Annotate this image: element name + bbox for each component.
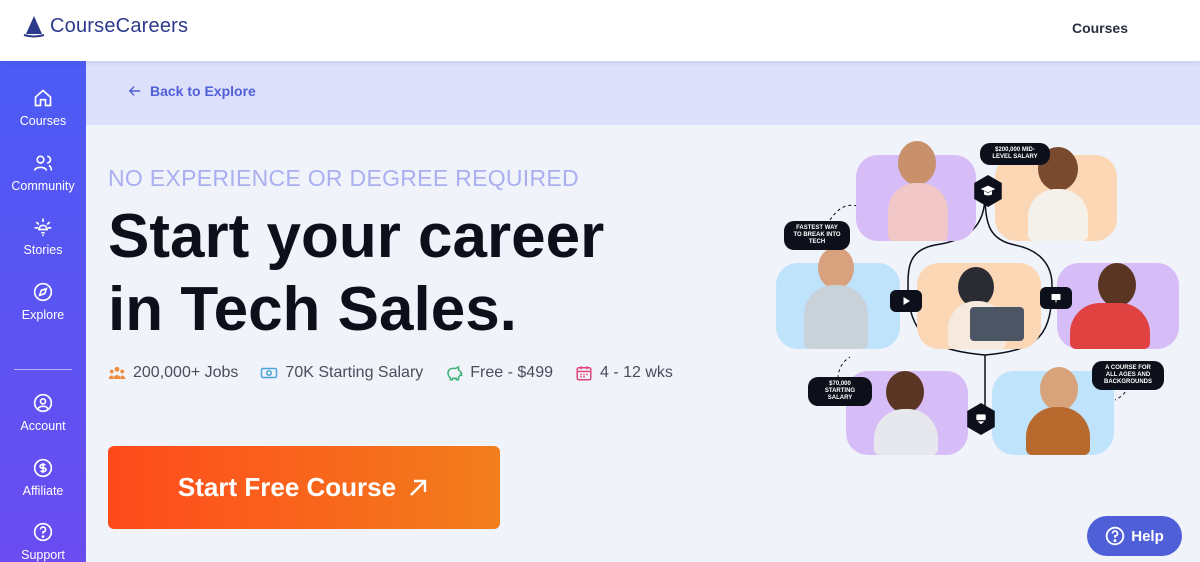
presentation-icon	[1040, 287, 1072, 309]
tag-all-ages: A COURSE FOR ALL AGES AND BACKGROUNDS	[1092, 361, 1164, 390]
hero-stats: 200,000+ Jobs 70K Starting Salary Free -…	[108, 364, 673, 382]
tag-fastest-way: FASTEST WAY TO BREAK INTO TECH	[784, 221, 850, 250]
money-icon	[261, 367, 278, 379]
person-avatar	[1040, 367, 1078, 411]
sidebar-item-label: Stories	[23, 243, 63, 257]
person-avatar	[970, 307, 1024, 341]
hero-headline: Start your career in Tech Sales.	[108, 200, 728, 346]
compass-icon	[33, 282, 53, 302]
sailboat-logo-icon	[23, 16, 45, 38]
stat-label: 70K Starting Salary	[285, 364, 424, 381]
question-circle-icon	[1105, 526, 1125, 546]
arrow-left-icon	[128, 86, 141, 96]
person-avatar	[888, 183, 948, 241]
sidebar-item-courses[interactable]: Courses	[0, 88, 86, 130]
sidebar-item-account[interactable]: Account	[0, 393, 86, 435]
hero-eyebrow: NO EXPERIENCE OR DEGREE REQUIRED	[108, 165, 579, 191]
stat-label: 4 - 12 wks	[600, 364, 673, 381]
tag-starting-salary: $70,000 STARTING SALARY	[808, 377, 872, 406]
sidebar-item-affiliate[interactable]: Affiliate	[0, 458, 86, 500]
headline-line-2: in Tech Sales.	[108, 275, 517, 344]
person-avatar	[818, 247, 854, 289]
person-avatar	[898, 141, 936, 185]
sidebar-item-label: Account	[20, 419, 66, 433]
back-strip: Back to Explore	[86, 61, 1200, 125]
sidebar-item-explore[interactable]: Explore	[0, 282, 86, 324]
cta-label: Start Free Course	[177, 472, 397, 502]
person-avatar	[804, 285, 868, 349]
logo-text: CourseCareers	[50, 14, 189, 37]
sidebar-divider	[14, 369, 72, 370]
sidebar-item-label: Affiliate	[22, 484, 64, 498]
people-icon	[108, 366, 126, 379]
sidebar-item-support[interactable]: Support	[0, 522, 86, 562]
sidebar-item-community[interactable]: Community	[0, 153, 86, 195]
headline-line-1: Start your career	[108, 202, 605, 271]
sidebar-item-label: Community	[11, 179, 75, 193]
stat-duration: 4 - 12 wks	[575, 364, 673, 382]
users-icon	[33, 155, 53, 171]
stat-label: Free - $499	[470, 364, 553, 381]
sidebar: Courses Community Stories Explore Accoun…	[0, 61, 86, 562]
stat-jobs: 200,000+ Jobs	[108, 364, 238, 382]
play-icon	[890, 290, 922, 312]
hero-illustration: $200,000 MID-LEVEL SALARY FASTEST WAY TO…	[770, 135, 1190, 465]
start-free-course-button[interactable]: Start Free Course	[108, 446, 500, 529]
nav-courses-link[interactable]: Courses	[1072, 20, 1128, 36]
person-avatar	[1026, 407, 1090, 455]
help-label: Help	[1131, 527, 1164, 545]
sidebar-item-label: Explore	[21, 308, 65, 322]
back-link-label: Back to Explore	[150, 83, 256, 99]
stat-label: 200,000+ Jobs	[133, 364, 239, 381]
stat-price: Free - $499	[445, 364, 553, 382]
sidebar-item-stories[interactable]: Stories	[0, 217, 86, 259]
calendar-icon	[576, 366, 592, 381]
logo[interactable]: CourseCareers	[22, 14, 188, 38]
piggy-bank-icon	[447, 365, 463, 381]
person-avatar	[886, 371, 924, 413]
tag-mid-salary: $200,000 MID-LEVEL SALARY	[980, 143, 1050, 165]
question-circle-icon	[33, 522, 53, 542]
person-avatar	[1028, 189, 1088, 241]
top-navbar: CourseCareers Courses	[0, 0, 1200, 61]
user-circle-icon	[33, 393, 53, 413]
sparkle-icon	[34, 218, 52, 237]
back-to-explore-link[interactable]: Back to Explore	[128, 83, 256, 99]
person-avatar	[1098, 263, 1136, 307]
home-icon	[34, 89, 52, 107]
dollar-circle-icon	[33, 458, 53, 478]
sidebar-item-label: Courses	[19, 114, 67, 128]
sidebar-item-label: Support	[21, 548, 65, 562]
arrow-up-right-icon	[410, 479, 427, 496]
person-avatar	[1070, 303, 1150, 349]
stat-salary: 70K Starting Salary	[260, 364, 423, 382]
help-button[interactable]: Help	[1087, 516, 1182, 556]
